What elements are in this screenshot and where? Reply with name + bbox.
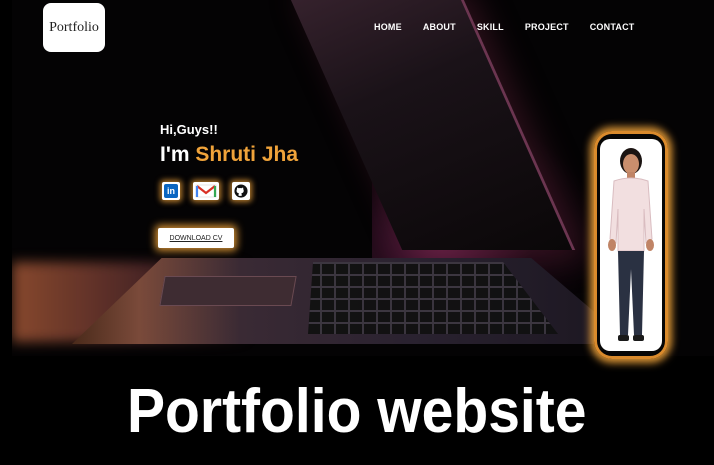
laptop-trackpad — [159, 276, 297, 306]
nav-project[interactable]: PROJECT — [525, 22, 569, 32]
linkedin-link[interactable]: in — [162, 182, 180, 200]
nav-home[interactable]: HOME — [374, 22, 402, 32]
gmail-link[interactable] — [193, 182, 219, 200]
intro-heading: I'm Shruti Jha — [160, 143, 298, 167]
gmail-icon — [195, 184, 217, 198]
github-link[interactable] — [232, 182, 250, 200]
main-nav: HOME ABOUT SKILL PROJECT CONTACT — [374, 22, 655, 32]
profile-photo — [600, 139, 662, 351]
nav-skill[interactable]: SKILL — [477, 22, 504, 32]
person-figure — [608, 148, 654, 341]
intro-prefix: I'm — [160, 143, 196, 166]
linkedin-icon: in — [164, 184, 178, 198]
social-links: in — [162, 182, 263, 200]
greeting-text: Hi,Guys!! — [160, 122, 218, 137]
logo-text: Portfolio — [49, 19, 99, 35]
nav-contact[interactable]: CONTACT — [590, 22, 635, 32]
download-cv-button[interactable]: DOWNLOAD CV — [158, 228, 234, 248]
nav-about[interactable]: ABOUT — [423, 22, 456, 32]
profile-photo-frame — [594, 131, 668, 359]
intro-name: Shruti Jha — [195, 143, 299, 166]
banner-caption: Portfolio website — [0, 357, 714, 465]
github-icon — [234, 184, 248, 198]
caption-text: Portfolio website — [127, 376, 587, 446]
site-logo[interactable]: Portfolio — [43, 3, 105, 52]
